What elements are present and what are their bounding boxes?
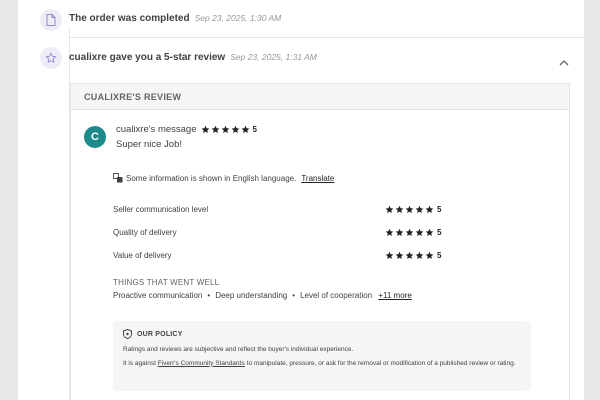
star-icon xyxy=(425,205,434,214)
went-well-title: THINGS THAT WENT WELL xyxy=(113,278,220,287)
overall-rating-value: 5 xyxy=(252,125,257,134)
event-text: The order was completed xyxy=(69,13,190,24)
star-icon xyxy=(405,205,414,214)
bullet-separator: • xyxy=(207,291,211,300)
went-well-item: Level of cooperation xyxy=(300,291,373,300)
went-well-list: Proactive communication • Deep understandi… xyxy=(113,291,412,300)
event-time: Sep 23, 2025, 1:31 AM xyxy=(230,52,317,62)
divider xyxy=(69,37,584,38)
policy-box: OUR POLICY Ratings and reviews are subje… xyxy=(113,321,531,391)
star-icon xyxy=(385,228,394,237)
rating-row-value: Value of delivery 5 xyxy=(113,251,443,260)
star-icon xyxy=(405,228,414,237)
policy-text: Ratings and reviews are subjective and r… xyxy=(123,346,354,353)
rating-value: 5 xyxy=(437,251,442,260)
event-text: cualixre gave you a 5-star review xyxy=(69,52,226,63)
star-outline-icon xyxy=(40,47,62,69)
policy-title-row: OUR POLICY xyxy=(123,329,521,339)
message-title-row: cualixre's message 5 xyxy=(116,124,257,135)
more-link[interactable]: +11 more xyxy=(378,291,411,300)
rating-label: Seller communication level xyxy=(113,205,209,214)
language-info: Some information is shown in English lan… xyxy=(113,173,334,183)
star-icon xyxy=(405,251,414,260)
chevron-up-icon[interactable] xyxy=(558,55,570,66)
star-icon xyxy=(415,205,424,214)
rating-stars xyxy=(385,205,434,214)
went-well-item: Proactive communication xyxy=(113,291,203,300)
rating-label: Value of delivery xyxy=(113,251,172,260)
policy-text-after: to manipulate, pressure, or ask for the … xyxy=(246,359,516,367)
star-icon xyxy=(201,125,209,134)
star-icon xyxy=(385,205,394,214)
event-review-given: cualixre gave you a 5-star review Sep 23,… xyxy=(69,52,317,63)
star-icon xyxy=(385,251,394,260)
policy-text-2: It is against Fiverr's Community Standar… xyxy=(123,359,521,369)
rating-stars xyxy=(385,228,434,237)
message-body: Super nice Job! xyxy=(116,139,183,150)
star-icon xyxy=(221,125,229,134)
order-timeline-page: The order was completed Sep 23, 2025, 1:3… xyxy=(18,0,584,400)
went-well-item: Deep understanding xyxy=(215,291,288,300)
policy-title: OUR POLICY xyxy=(137,330,183,338)
document-icon xyxy=(40,9,62,31)
rating-stars xyxy=(385,251,434,260)
overall-stars xyxy=(201,125,250,134)
bullet-separator: • xyxy=(292,291,296,300)
review-card: CUALIXRE'S REVIEW C cualixre's message 5… xyxy=(70,83,570,400)
event-order-completed: The order was completed Sep 23, 2025, 1:3… xyxy=(69,13,281,24)
event-time: Sep 23, 2025, 1:30 AM xyxy=(194,13,282,23)
translate-icon xyxy=(113,173,123,183)
rating-row-communication: Seller communication level 5 xyxy=(113,205,443,214)
star-icon xyxy=(415,228,424,237)
community-standards-link[interactable]: Fiverr's Community Standards xyxy=(158,360,245,367)
rating-value: 5 xyxy=(437,228,442,237)
policy-text-before: It is against xyxy=(123,359,156,367)
avatar[interactable]: C xyxy=(84,126,106,148)
star-icon xyxy=(425,228,434,237)
translate-link[interactable]: Translate xyxy=(301,174,334,183)
star-icon xyxy=(231,125,239,134)
message-title: cualixre's message xyxy=(116,124,197,135)
star-icon xyxy=(241,125,249,134)
review-header: CUALIXRE'S REVIEW xyxy=(71,84,569,110)
star-icon xyxy=(395,205,404,214)
star-icon xyxy=(211,125,219,134)
star-icon xyxy=(395,228,404,237)
rating-row-quality: Quality of delivery 5 xyxy=(113,228,443,237)
star-icon xyxy=(425,251,434,260)
shield-icon xyxy=(123,329,132,339)
star-icon xyxy=(415,251,424,260)
info-text: Some information is shown in English lan… xyxy=(126,173,297,183)
star-icon xyxy=(395,251,404,260)
rating-value: 5 xyxy=(437,205,442,214)
rating-label: Quality of delivery xyxy=(113,228,177,237)
